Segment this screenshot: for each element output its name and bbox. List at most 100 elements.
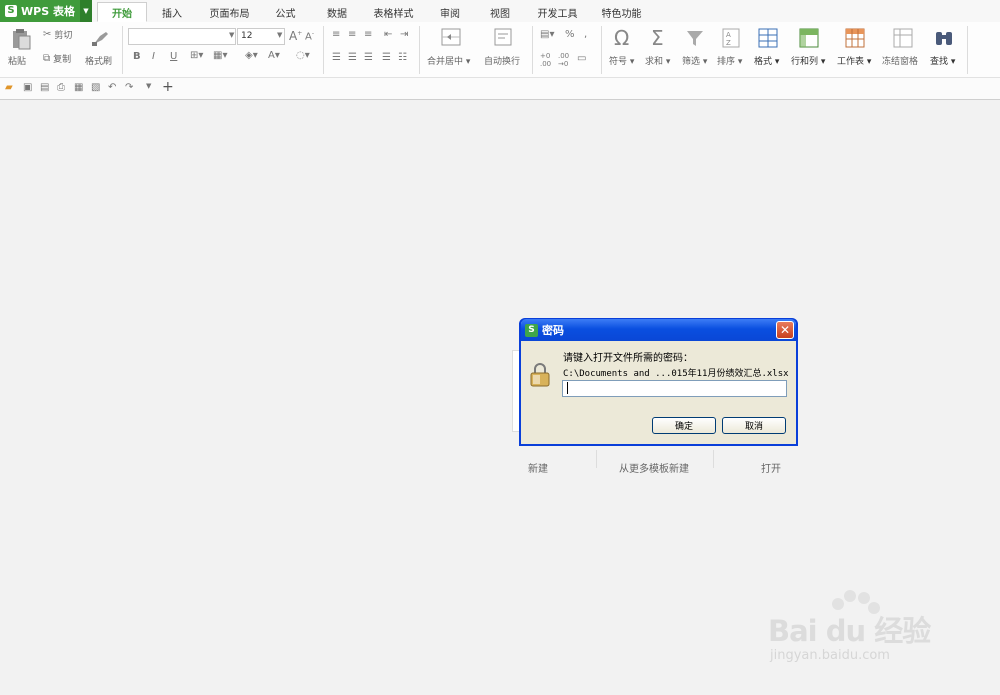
tab-formulas[interactable]: 公式 <box>268 2 303 22</box>
omega-icon[interactable]: Ω <box>614 26 629 50</box>
cell-format-icon[interactable]: ▭ <box>577 53 586 64</box>
tab-special[interactable]: 特色功能 <box>594 2 649 22</box>
tab-review[interactable]: 审阅 <box>432 2 468 22</box>
align-middle-icon[interactable]: ≡ <box>348 29 356 40</box>
fill-color-icon[interactable]: ◈▾ <box>245 50 258 61</box>
tab-developer[interactable]: 开发工具 <box>530 2 585 22</box>
format-painter-label: 格式刷 <box>85 57 113 67</box>
bold-icon[interactable]: B <box>133 51 141 62</box>
row-col-button[interactable] <box>799 28 819 51</box>
format-text: 格式 <box>754 57 773 67</box>
tab-insert[interactable]: 插入 <box>152 2 192 22</box>
merge-center-button[interactable] <box>441 28 461 49</box>
align-center-icon[interactable]: ☰ <box>348 52 357 63</box>
align-bottom-icon[interactable]: ≡ <box>364 29 372 40</box>
merge-cells-icon <box>441 28 461 46</box>
dialog-close-button[interactable]: ✕ <box>776 321 794 339</box>
worksheet-button[interactable] <box>845 28 865 51</box>
filter-button[interactable] <box>685 28 705 51</box>
dialog-title: 密码 <box>542 324 564 337</box>
number-format-icon[interactable]: ▤▾ <box>540 29 554 40</box>
new-tab-plus-icon[interactable]: + <box>162 79 174 95</box>
ok-button[interactable]: 确定 <box>652 417 716 434</box>
save-icon[interactable]: ▣ <box>23 82 32 93</box>
svg-text:A: A <box>726 31 731 39</box>
worksheet-label: 工作表 ▾ <box>837 57 872 67</box>
new-from-template-link[interactable]: 从更多模板新建 <box>619 460 689 475</box>
tab-page-layout[interactable]: 页面布局 <box>202 2 257 22</box>
row-col-label: 行和列 ▾ <box>791 57 826 67</box>
row-col-text: 行和列 <box>791 57 819 67</box>
undo-icon[interactable]: ↶ <box>108 82 116 93</box>
align-right-icon[interactable]: ☰ <box>364 52 373 63</box>
password-prompt: 请键入打开文件所需的密码： <box>563 353 693 364</box>
chevron-down-icon: ▼ <box>229 31 235 39</box>
separator <box>601 26 602 74</box>
merge-center-text: 合并居中 <box>427 57 464 67</box>
increase-decimal-icon[interactable]: +0.00 <box>540 52 551 68</box>
tab-table-style[interactable]: 表格样式 <box>366 2 421 22</box>
font-color-icon[interactable]: A▾ <box>268 50 280 61</box>
worksheet-icon <box>845 28 865 48</box>
customize-dropdown-icon[interactable]: ▼ <box>146 82 151 90</box>
wrap-text-button[interactable] <box>494 28 512 49</box>
binoculars-icon <box>936 32 952 45</box>
separator <box>713 450 714 468</box>
dialog-title-bar[interactable]: S 密码 <box>521 319 796 341</box>
copy-button[interactable]: ⧉ 复制 <box>43 52 71 65</box>
row-column-icon <box>799 28 819 48</box>
align-left-icon[interactable]: ☰ <box>332 52 341 63</box>
separator <box>596 450 597 468</box>
freeze-panes-button[interactable] <box>893 28 913 51</box>
baidu-watermark: Bai du 经验 jingyan.baidu.com <box>768 588 931 663</box>
save-as-icon[interactable]: ▤ <box>40 82 49 93</box>
format-button[interactable] <box>758 28 778 51</box>
filter-text: 筛选 <box>682 57 701 67</box>
open-folder-icon[interactable]: ▰ <box>5 82 13 93</box>
clear-format-icon[interactable]: ◌▾ <box>296 50 310 61</box>
align-top-icon[interactable]: ≡ <box>332 29 340 40</box>
app-menu-button[interactable]: S WPS 表格 <box>0 0 80 22</box>
separator <box>419 26 420 74</box>
password-input[interactable] <box>562 380 787 397</box>
italic-icon[interactable]: I <box>152 51 155 62</box>
font-shrink-icon[interactable]: A- <box>305 30 314 42</box>
sigma-icon[interactable]: Σ <box>651 26 664 50</box>
open-file-link[interactable]: 打开 <box>761 460 781 475</box>
sum-label: 求和 ▾ <box>645 57 671 67</box>
percent-button[interactable]: % <box>565 29 575 40</box>
format-painter-button[interactable] <box>90 28 110 51</box>
tab-home[interactable]: 开始 <box>97 2 147 22</box>
sum-text: 求和 <box>645 57 664 67</box>
border-icon[interactable]: ⊞▾ <box>190 50 203 61</box>
svg-text:Z: Z <box>726 39 731 47</box>
separator <box>967 26 968 74</box>
indent-decrease-icon[interactable]: ⇤ <box>384 29 392 40</box>
merge-center-label: 合并居中 ▾ <box>427 57 471 67</box>
thousands-separator-icon[interactable]: , <box>584 29 587 40</box>
export-pdf-icon[interactable]: ▧ <box>91 82 100 93</box>
font-name-select[interactable] <box>128 28 236 45</box>
app-menu-dropdown-icon[interactable]: ▼ <box>80 0 92 22</box>
watermark-brand: Bai du 经验 <box>768 614 931 648</box>
justify-icon[interactable]: ☰ <box>382 52 391 63</box>
font-grow-icon[interactable]: A+ <box>289 29 302 43</box>
tab-data[interactable]: 数据 <box>318 2 356 22</box>
paste-button[interactable] <box>10 28 32 53</box>
indent-increase-icon[interactable]: ⇥ <box>400 29 408 40</box>
find-button[interactable] <box>934 28 954 51</box>
print-preview-icon[interactable]: ▦ <box>74 82 83 93</box>
print-icon[interactable]: ⎙ <box>57 82 65 93</box>
cut-button[interactable]: ✂ 剪切 <box>43 28 72 41</box>
sort-button[interactable]: AZ <box>722 28 740 51</box>
tab-view[interactable]: 视图 <box>482 2 518 22</box>
distributed-icon[interactable]: ☷ <box>398 52 407 63</box>
redo-icon[interactable]: ↷ <box>125 82 133 93</box>
underline-icon[interactable]: U <box>170 51 177 62</box>
separator <box>532 26 533 74</box>
copy-label: 复制 <box>53 55 72 65</box>
cell-border-style-icon[interactable]: ▦▾ <box>213 50 227 61</box>
cancel-button[interactable]: 取消 <box>722 417 786 434</box>
new-document-link[interactable]: 新建 <box>528 460 548 475</box>
decrease-decimal-icon[interactable]: .00 →0 <box>558 52 569 68</box>
